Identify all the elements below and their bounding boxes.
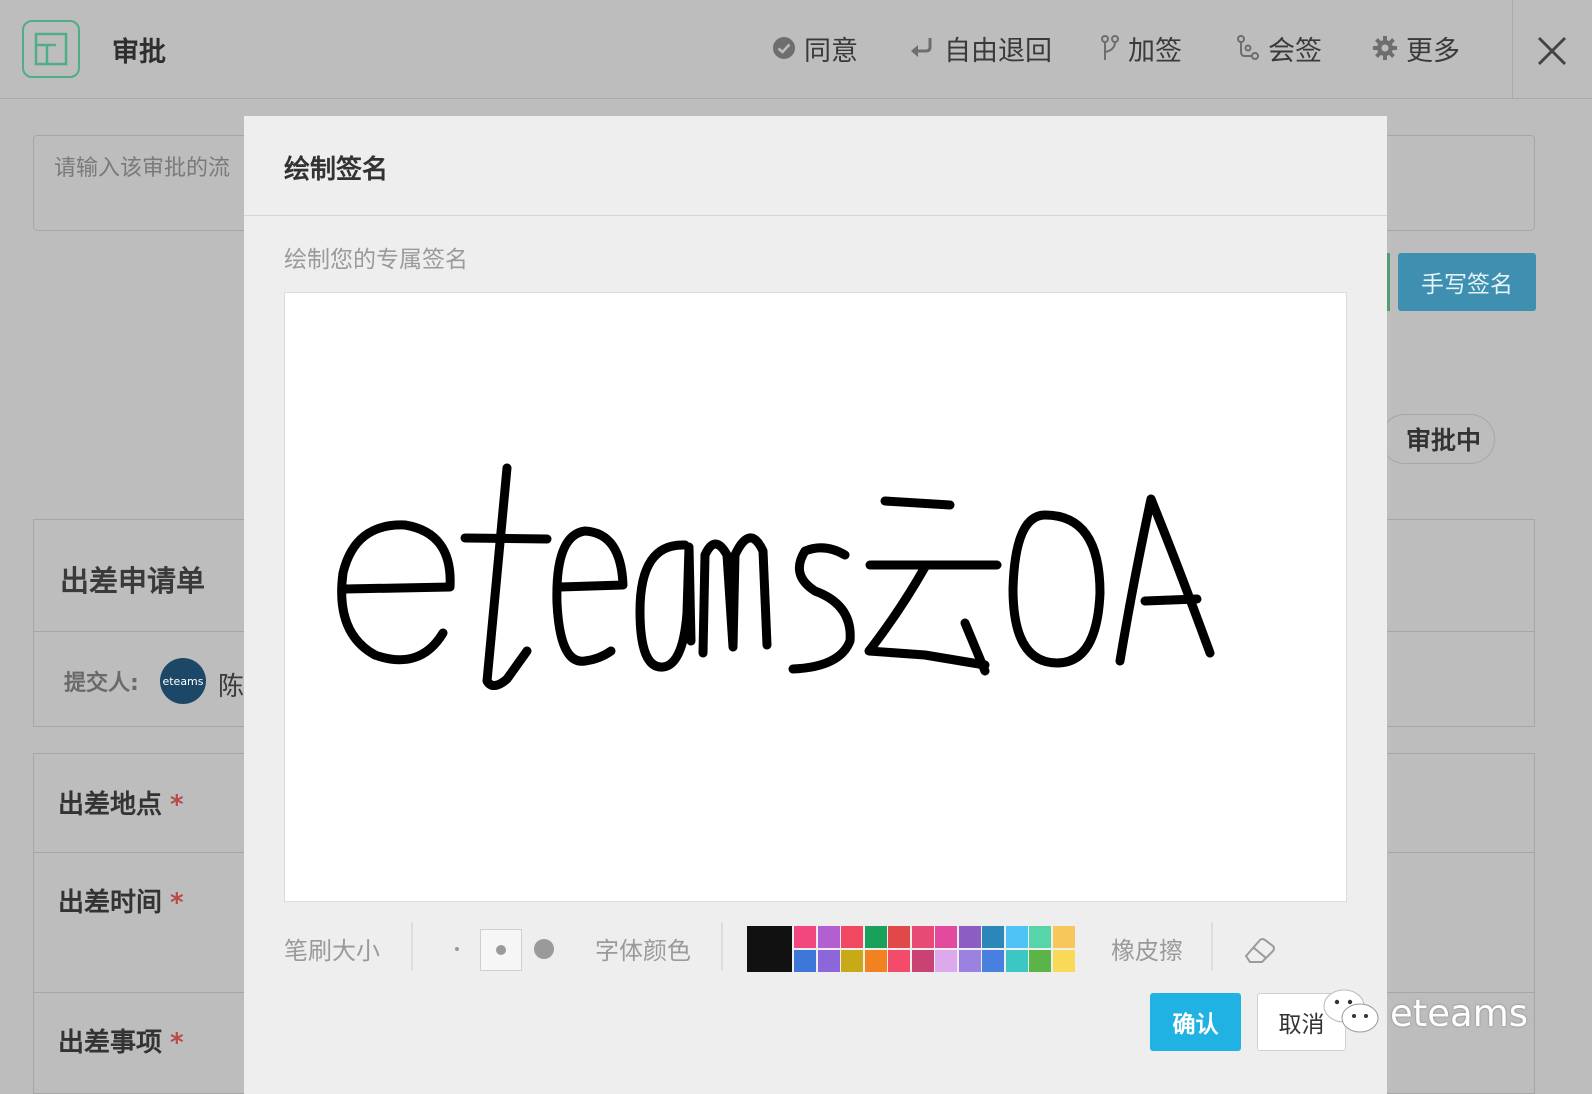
color-swatch[interactable] [1005,926,1028,948]
color-swatch[interactable] [888,950,910,972]
dialog-header: 绘制签名 [244,116,1387,216]
color-swatch[interactable] [817,926,840,948]
brush-small[interactable] [455,947,459,951]
color-swatch[interactable] [958,950,981,972]
check-circle-icon [773,37,795,59]
color-swatch[interactable] [841,950,863,972]
field-location-label: 出差地点 * [58,784,184,821]
color-swatch[interactable] [888,926,910,948]
field-location-text: 出差地点 [58,790,163,820]
eraser-label: 橡皮擦 [1111,937,1183,965]
field-time-text: 出差时间 [58,888,163,918]
color-swatch[interactable] [982,950,1004,972]
color-swatch[interactable] [1029,950,1051,972]
signature-dialog: 绘制签名 绘制您的专属签名 笔刷大小 字体颜色 橡皮擦 确认 取消 [244,116,1387,1094]
signature-strokes [337,463,1215,690]
countersign-button[interactable]: 会签 [1236,30,1322,67]
brush-size-label: 笔刷大小 [284,937,380,965]
field-time-label: 出差时间 * [58,882,184,919]
handwrite-signature-button[interactable]: 手写签名 [1398,253,1536,311]
color-swatch[interactable] [1052,926,1075,948]
brush-large[interactable] [534,939,554,959]
required-mark: * [170,790,184,820]
more-label: 更多 [1406,35,1460,67]
approve-button[interactable]: 同意 [772,30,858,67]
more-button[interactable]: 更多 [1372,30,1460,67]
watermark-text: eteams [1390,991,1529,1035]
close-icon [1537,36,1567,66]
gear-icon [1373,36,1397,60]
brush-medium-dot [496,945,506,955]
color-swatch[interactable] [911,926,934,948]
free-return-label: 自由退回 [944,35,1052,67]
top-bar: 审批 同意 自由退回 加签 会签 更多 [0,0,1592,99]
signature-canvas[interactable] [284,292,1347,902]
color-swatch[interactable] [1005,950,1028,972]
toolbar-divider [721,922,723,970]
color-swatch[interactable] [935,926,957,948]
color-swatch[interactable] [1029,926,1051,948]
color-swatch-selected[interactable] [747,926,792,972]
canvas-hint: 绘制您的专属签名 [284,247,468,273]
toolbar-divider [411,922,413,970]
app-icon [22,20,80,78]
color-swatch[interactable] [958,926,981,948]
dialog-title: 绘制签名 [284,155,389,185]
color-palette [747,926,1077,973]
color-swatch[interactable] [864,950,887,972]
add-sign-label: 加签 [1128,35,1182,67]
font-color-label: 字体颜色 [595,937,691,965]
form-title: 出差申请单 [60,564,206,598]
color-swatch[interactable] [794,926,816,948]
required-mark: * [170,888,184,918]
flow-comment-placeholder: 请输入该审批的流 [54,156,231,181]
branch-icon [1101,35,1119,60]
color-swatch[interactable] [794,950,816,972]
status-badge: 审批中 [1380,414,1495,464]
page-title: 审批 [112,37,166,68]
watermark: eteams [1322,988,1528,1038]
merge-icon [1237,35,1259,60]
submitter-name: 陈 [218,672,245,702]
color-swatch[interactable] [864,926,887,948]
approval-icon [34,32,68,66]
field-matter-text: 出差事项 [58,1028,163,1058]
toolbar-divider [1211,922,1213,970]
color-swatch[interactable] [817,950,840,972]
confirm-button[interactable]: 确认 [1150,993,1241,1051]
countersign-label: 会签 [1268,35,1322,67]
wechat-logo-icon [1323,989,1379,1033]
avatar: eteams [160,658,206,704]
color-swatch[interactable] [911,950,934,972]
submitter-label: 提交人: [64,671,139,696]
brush-medium-selected[interactable] [480,929,522,971]
color-swatch[interactable] [982,926,1004,948]
eraser-icon[interactable] [1242,934,1278,964]
free-return-button[interactable]: 自由退回 [908,30,1052,67]
approve-label: 同意 [804,35,858,67]
color-swatch[interactable] [841,926,863,948]
return-arrow-icon [911,38,932,57]
field-matter-label: 出差事项 * [58,1022,184,1059]
close-button[interactable] [1512,0,1592,98]
color-swatch[interactable] [935,950,957,972]
color-swatch[interactable] [1052,950,1075,972]
required-mark: * [170,1028,184,1058]
add-sign-button[interactable]: 加签 [1100,30,1182,67]
